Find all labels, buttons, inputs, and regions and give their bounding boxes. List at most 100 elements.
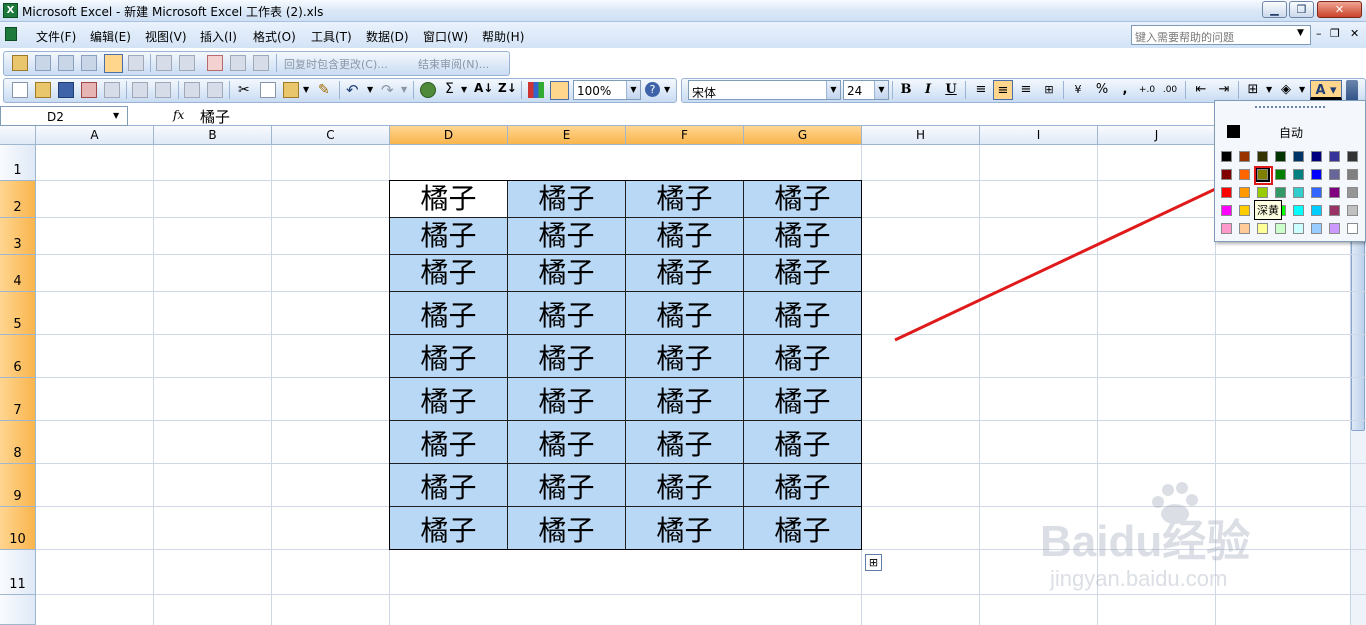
cell-d7[interactable]: 橘子 — [390, 378, 508, 421]
cell-e5[interactable]: 橘子 — [508, 292, 626, 335]
cell-f2[interactable]: 橘子 — [626, 181, 744, 218]
cell-e10[interactable]: 橘子 — [508, 507, 626, 550]
color-swatch[interactable] — [1311, 151, 1322, 162]
font-size-select[interactable]: 24 ▼ — [843, 80, 889, 100]
menu-edit[interactable]: 编辑(E) — [90, 28, 131, 45]
toolbar-options-icon[interactable] — [1346, 80, 1358, 102]
paste-options-icon[interactable]: ⊞ — [865, 554, 882, 571]
color-swatch[interactable] — [1293, 169, 1304, 180]
color-swatch[interactable] — [1221, 169, 1232, 180]
undo-dropdown-icon[interactable]: ▼ — [367, 85, 373, 94]
format-painter-icon[interactable]: ✎ — [318, 82, 330, 98]
doc-close-icon[interactable]: ✕ — [1350, 27, 1359, 40]
color-swatch[interactable] — [1239, 187, 1250, 198]
color-swatch[interactable] — [1257, 187, 1268, 198]
color-swatch[interactable] — [1329, 205, 1340, 216]
color-swatch[interactable] — [1311, 205, 1322, 216]
cell-f8[interactable]: 橘子 — [626, 421, 744, 464]
menu-window[interactable]: 窗口(W) — [423, 28, 468, 45]
chevron-down-icon[interactable]: ▼ — [826, 81, 840, 99]
column-header-d[interactable]: D — [390, 126, 508, 145]
spelling-icon[interactable] — [184, 82, 200, 98]
next-icon[interactable] — [179, 55, 195, 71]
cell-d3[interactable]: 橘子 — [390, 218, 508, 255]
color-swatch[interactable] — [1347, 169, 1358, 180]
menu-insert[interactable]: 插入(I) — [200, 28, 237, 45]
color-swatch[interactable] — [1293, 205, 1304, 216]
fill-color-icon[interactable]: ◈ — [1276, 80, 1296, 100]
chevron-down-icon[interactable]: ▼ — [113, 111, 119, 120]
color-swatch[interactable] — [1347, 223, 1358, 234]
currency-icon[interactable]: ¥ — [1068, 80, 1088, 100]
row-header-11[interactable]: 11 — [0, 550, 36, 595]
font-color-button[interactable]: A ▾ — [1310, 80, 1342, 100]
autosum-icon[interactable]: Σ — [445, 81, 454, 97]
color-swatch[interactable] — [1221, 205, 1232, 216]
increase-indent-icon[interactable]: ⇥ — [1214, 80, 1234, 100]
menu-data[interactable]: 数据(D) — [366, 28, 409, 45]
end-review-button[interactable]: 结束审阅(N)... — [418, 56, 489, 72]
borders-dropdown-icon[interactable]: ▼ — [1266, 85, 1272, 94]
color-swatch[interactable] — [1311, 187, 1322, 198]
cell-g10[interactable]: 橘子 — [744, 507, 862, 550]
menu-tools[interactable]: 工具(T) — [311, 28, 352, 45]
excel-app-icon[interactable]: X — [3, 3, 18, 18]
cell-g9[interactable]: 橘子 — [744, 464, 862, 507]
cell-f4[interactable]: 橘子 — [626, 255, 744, 292]
save-icon[interactable] — [58, 82, 74, 98]
maximize-icon[interactable]: ❐ — [1289, 1, 1314, 18]
automatic-color-swatch[interactable] — [1227, 125, 1240, 138]
cell-d4[interactable]: 橘子 — [390, 255, 508, 292]
research-icon[interactable] — [207, 82, 223, 98]
cell-e3[interactable]: 橘子 — [508, 218, 626, 255]
comment-icon[interactable] — [58, 55, 74, 71]
formula-input[interactable]: 橘子 — [200, 106, 230, 127]
cell-e6[interactable]: 橘子 — [508, 335, 626, 378]
decrease-decimal-icon[interactable]: .00 — [1160, 80, 1180, 100]
row-header-9[interactable]: 9 — [0, 464, 36, 507]
review-icon[interactable] — [253, 55, 269, 71]
folder-icon[interactable] — [12, 55, 28, 71]
color-swatch[interactable] — [1347, 151, 1358, 162]
color-swatch[interactable] — [1257, 223, 1268, 234]
percent-button[interactable]: % — [1092, 80, 1112, 100]
hyperlink-icon[interactable] — [420, 82, 436, 98]
color-swatch[interactable] — [1221, 187, 1232, 198]
column-header-b[interactable]: B — [154, 126, 272, 145]
help-dropdown-icon[interactable]: ▼ — [664, 85, 670, 94]
color-swatch[interactable] — [1239, 205, 1250, 216]
cell-g5[interactable]: 橘子 — [744, 292, 862, 335]
zoom-select[interactable]: 100% ▼ — [573, 80, 641, 100]
name-box[interactable]: D2 ▼ — [0, 106, 128, 126]
help-icon[interactable]: ? — [645, 82, 660, 97]
cell-f10[interactable]: 橘子 — [626, 507, 744, 550]
color-swatch[interactable] — [1347, 205, 1358, 216]
sort-descending-icon[interactable]: Z↓ — [498, 81, 517, 95]
track-changes-icon[interactable] — [104, 54, 123, 73]
align-center-icon[interactable]: ≡ — [993, 80, 1013, 100]
fill-color-dropdown-icon[interactable]: ▼ — [1299, 85, 1305, 94]
column-header-i[interactable]: I — [980, 126, 1098, 145]
redo-icon[interactable]: ↷ — [381, 81, 394, 99]
minimize-icon[interactable]: ▁ — [1262, 1, 1287, 18]
workbook-icon[interactable] — [5, 27, 17, 41]
column-header-c[interactable]: C — [272, 126, 390, 145]
drawing-icon[interactable] — [550, 81, 569, 100]
cell-e9[interactable]: 橘子 — [508, 464, 626, 507]
chevron-down-icon[interactable]: ▼ — [626, 81, 640, 99]
reply-changes-button[interactable]: 回复时包含更改(C)... — [284, 56, 388, 72]
chart-wizard-icon[interactable] — [528, 82, 544, 98]
color-swatch[interactable] — [1311, 169, 1322, 180]
new-icon[interactable] — [12, 82, 28, 98]
automatic-color-label[interactable]: 自动 — [1279, 124, 1303, 141]
merge-center-icon[interactable]: ⊞ — [1039, 80, 1059, 100]
color-swatch[interactable] — [1275, 151, 1286, 162]
cell-f7[interactable]: 橘子 — [626, 378, 744, 421]
help-dropdown-icon[interactable]: ▼ — [1297, 28, 1304, 38]
print-preview-icon[interactable] — [155, 82, 171, 98]
column-header-h[interactable]: H — [862, 126, 980, 145]
worksheet-grid[interactable]: A B C D E F G H I J 1 2 3 4 5 6 7 8 9 10… — [0, 126, 1366, 625]
cell-g4[interactable]: 橘子 — [744, 255, 862, 292]
decrease-indent-icon[interactable]: ⇤ — [1191, 80, 1211, 100]
color-swatch[interactable] — [1275, 223, 1286, 234]
